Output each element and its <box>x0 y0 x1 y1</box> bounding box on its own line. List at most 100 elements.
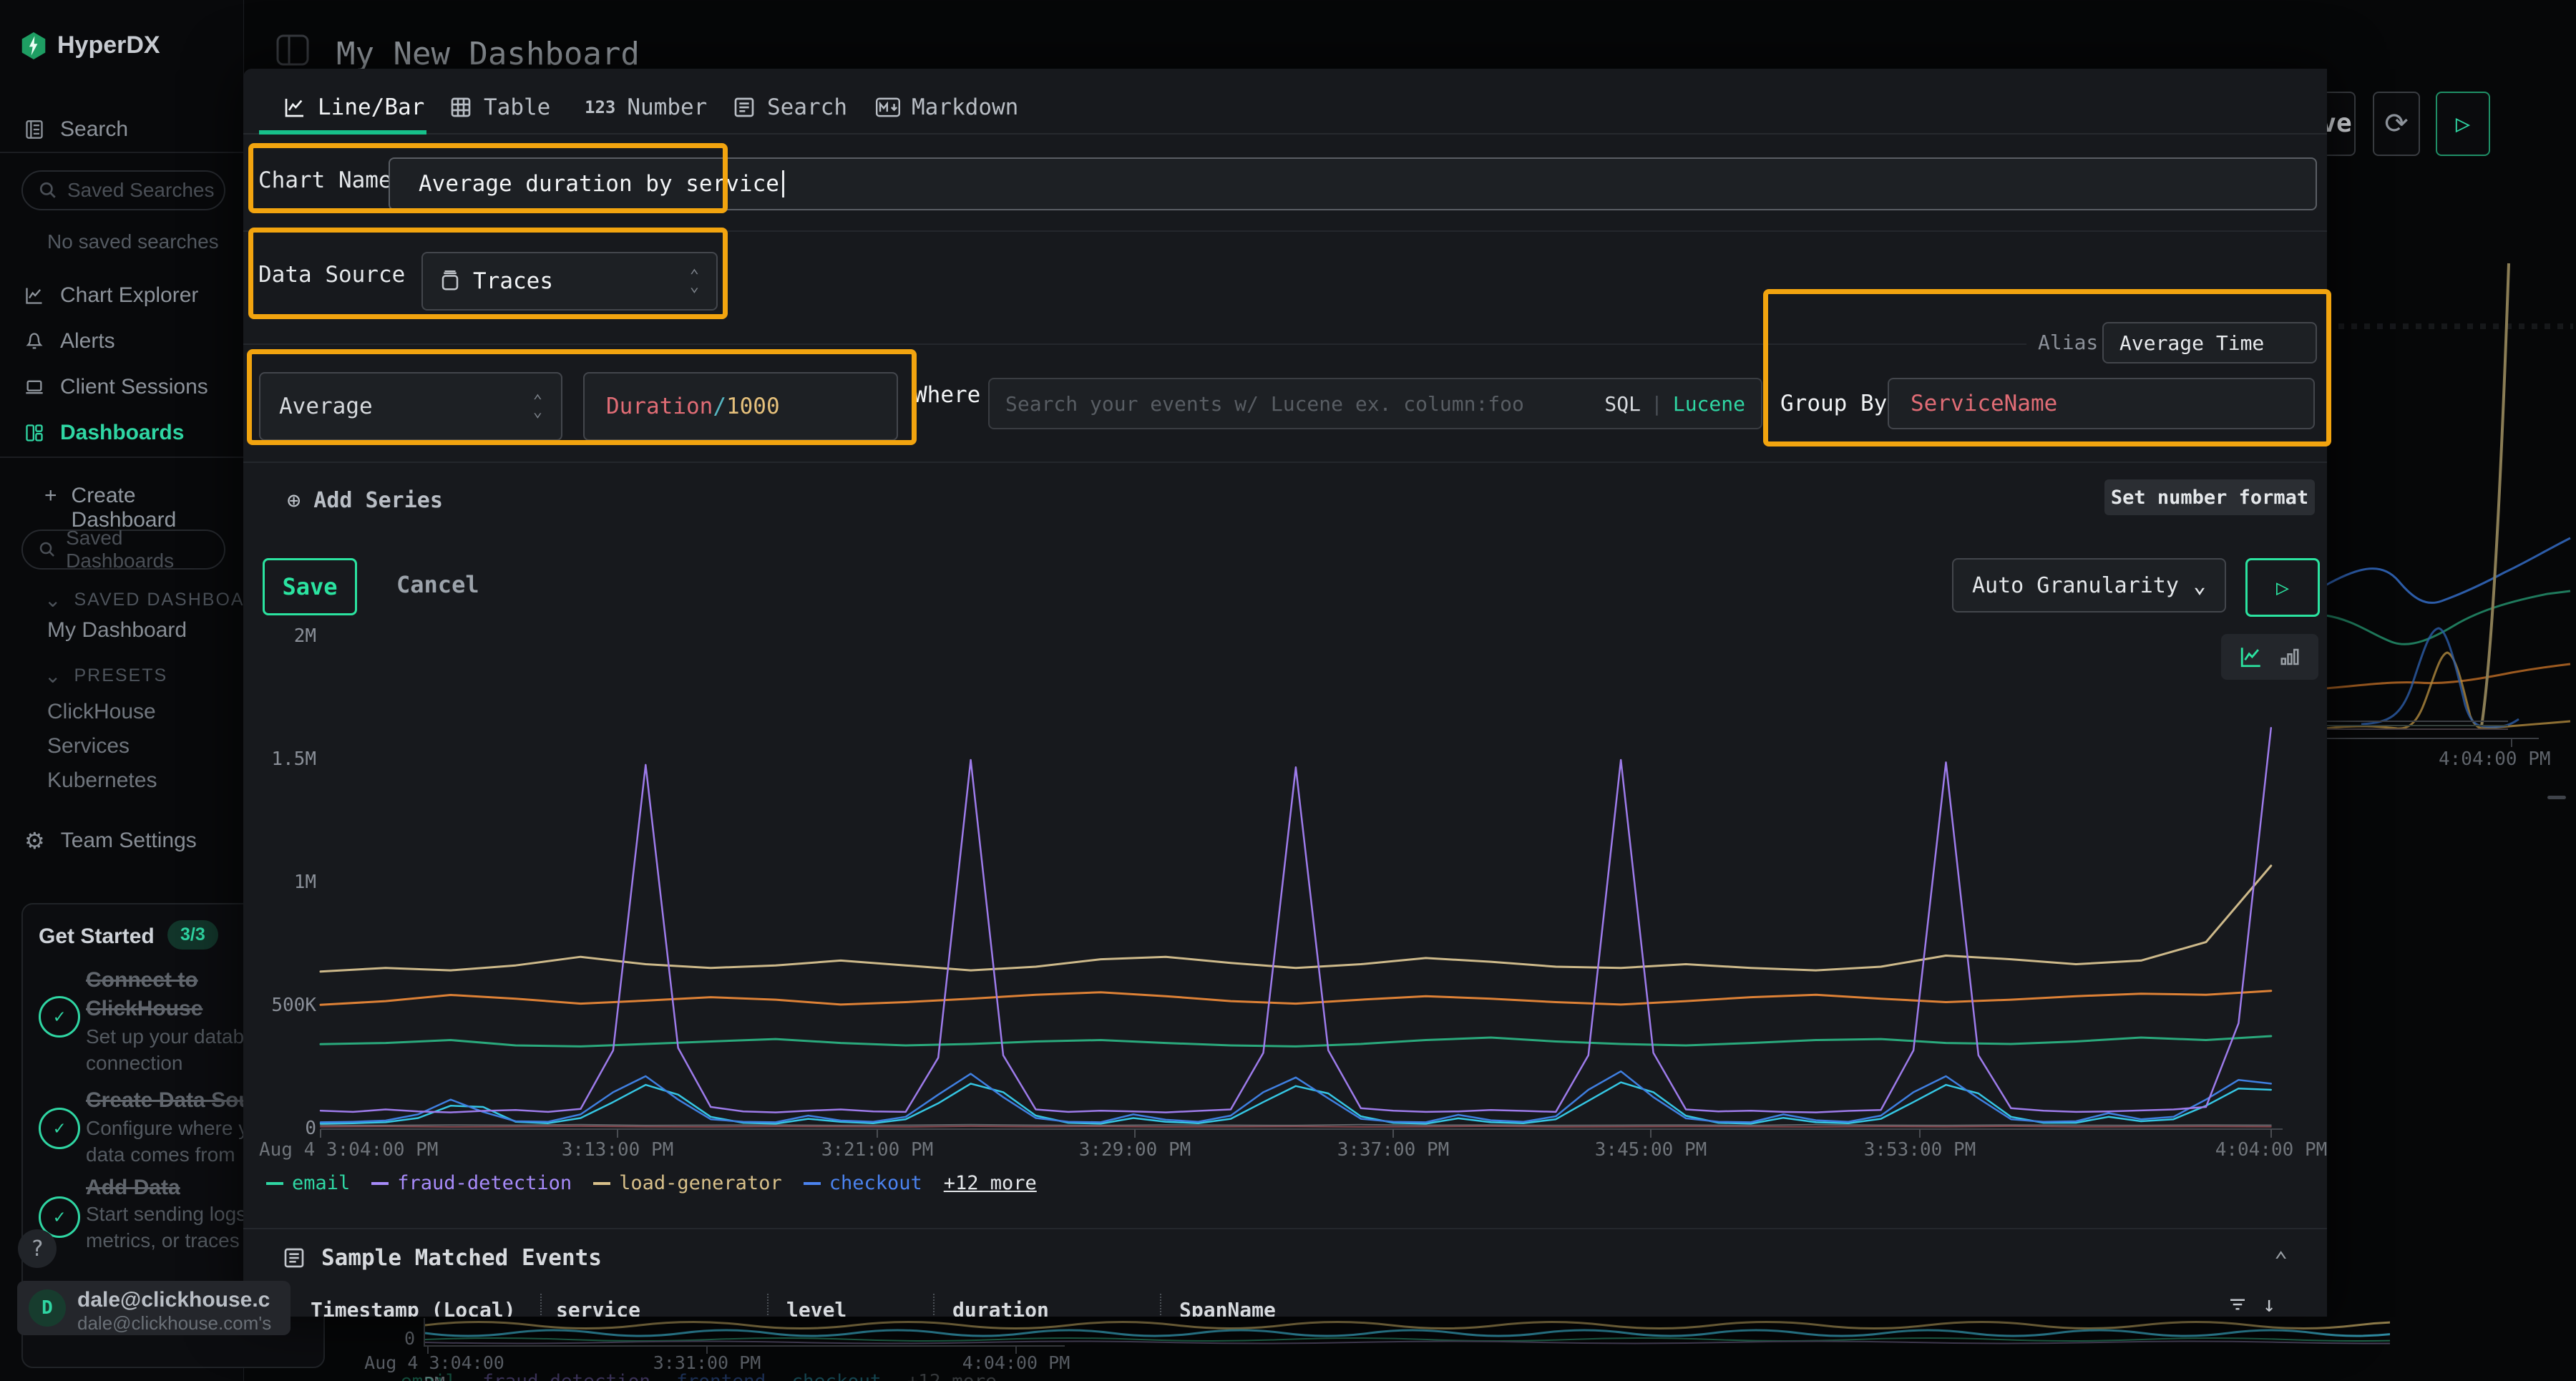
sidebar-item-clickhouse[interactable]: ClickHouse <box>47 700 156 724</box>
aggregation-value: Average <box>279 394 373 419</box>
legend-label: email <box>292 1172 350 1194</box>
bar-view-icon[interactable] <box>2279 646 2301 668</box>
legend-label: checkout <box>829 1172 922 1194</box>
save-button[interactable]: Save <box>263 558 357 615</box>
presets-section[interactable]: ⌄ PRESETS <box>44 664 167 688</box>
line-view-icon[interactable] <box>2239 645 2263 669</box>
column-header: level <box>786 1298 847 1317</box>
set-number-format-button[interactable]: Set number format <box>2104 479 2315 515</box>
get-started-step-title[interactable]: Connect to ClickHouse <box>86 966 229 1023</box>
sidebar-item-label: Client Sessions <box>60 375 208 399</box>
tabs-underline <box>243 133 2327 135</box>
bg-legend-item: email <box>401 1371 457 1381</box>
chevron-down-icon: ⌄ <box>44 588 62 612</box>
plus-icon: + <box>44 484 57 532</box>
legend-item-email[interactable]: email <box>266 1172 350 1194</box>
tab-number[interactable]: 123 Number <box>585 94 707 120</box>
where-placeholder: Search your events w/ Lucene ex. column:… <box>1005 392 1524 416</box>
sidebar-item-search[interactable]: Search <box>24 117 128 142</box>
refresh-icon: ⟳ <box>2384 107 2409 140</box>
bg-bottom-legend: email fraud-detection frontend checkout … <box>401 1371 997 1381</box>
legend-swatch <box>593 1182 610 1185</box>
where-input[interactable]: Search your events w/ Lucene ex. column:… <box>988 378 1762 429</box>
granularity-select[interactable]: Auto Granularity ⌄ <box>1952 558 2226 613</box>
chart-name-input[interactable]: Average duration by service <box>389 157 2317 210</box>
saved-dashboards-input[interactable]: Saved Dashboards <box>21 530 225 570</box>
cancel-button[interactable]: Cancel <box>396 571 479 598</box>
tab-search[interactable]: Search <box>733 94 847 120</box>
tab-label: Table <box>484 94 550 120</box>
query-language-toggle[interactable]: SQL | Lucene <box>1604 392 1745 416</box>
chart-name-value: Average duration by service <box>419 171 779 197</box>
legend-label: load-generator <box>619 1172 782 1194</box>
hyperdx-logo-icon <box>21 32 46 59</box>
sidebar-item-team-settings[interactable]: ⚙ Team Settings <box>24 827 197 854</box>
column-separator[interactable] <box>540 1294 542 1317</box>
set-number-format-label: Set number format <box>2111 487 2308 509</box>
download-icon[interactable]: ↓ <box>2263 1292 2275 1317</box>
sidebar: HyperDX Search Saved Searches No saved s… <box>0 0 244 1381</box>
column-separator[interactable] <box>933 1294 935 1317</box>
sidebar-item-label: Chart Explorer <box>60 283 198 308</box>
legend-item-fraud-detection[interactable]: fraud-detection <box>371 1172 572 1194</box>
data-source-select[interactable]: Traces ⌃⌄ <box>421 252 718 311</box>
run-query-button[interactable]: ▷ <box>2436 92 2490 156</box>
bg-series <box>425 1330 2390 1336</box>
filter-icon[interactable] <box>2227 1294 2248 1315</box>
list-icon <box>283 1246 306 1269</box>
search-icon <box>39 181 57 200</box>
page-title: My New Dashboard <box>336 36 640 72</box>
column-separator[interactable] <box>767 1294 769 1317</box>
alias-input[interactable]: Average Time <box>2102 322 2317 363</box>
column-separator[interactable] <box>1160 1294 1161 1317</box>
run-chart-button[interactable]: ▷ <box>2245 558 2320 617</box>
y-axis-label: 1M <box>258 872 316 893</box>
field-input[interactable]: Duration/1000 <box>583 372 898 441</box>
lucene-option[interactable]: Lucene <box>1673 392 1745 416</box>
sql-option[interactable]: SQL <box>1604 392 1641 416</box>
sample-events-title: Sample Matched Events <box>321 1245 602 1271</box>
select-chevrons-icon: ⌃⌄ <box>690 270 699 292</box>
bg-bottom-yaxis <box>424 1318 425 1347</box>
legend-item-load-generator[interactable]: load-generator <box>593 1172 782 1194</box>
group-by-input[interactable]: ServiceName <box>1888 378 2315 429</box>
collapse-chevron-icon[interactable]: ⌃ <box>2274 1246 2288 1274</box>
aggregation-select[interactable]: Average ⌃⌄ <box>259 372 562 441</box>
bg-series <box>425 1338 2390 1341</box>
sidebar-item-label: Team Settings <box>61 829 197 853</box>
tab-table[interactable]: Table <box>449 94 550 120</box>
sidebar-item-my-dashboard[interactable]: My Dashboard <box>47 618 187 643</box>
laptop-icon <box>24 377 44 397</box>
bg-bottom-xaxis <box>424 1345 1065 1347</box>
add-series-button[interactable]: ⊕ Add Series <box>287 487 443 514</box>
user-menu[interactable]: D dale@clickhouse.c dale@clickhouse.com'… <box>17 1281 291 1335</box>
saved-searches-input[interactable]: Saved Searches <box>21 170 225 210</box>
sidebar-item-alerts[interactable]: Alerts <box>24 329 115 353</box>
field-token: 1000 <box>726 394 780 419</box>
sidebar-item-kubernetes[interactable]: Kubernetes <box>47 768 157 793</box>
bg-scroll-dash <box>2547 796 2566 799</box>
create-dashboard-button[interactable]: + Create Dashboard <box>44 484 243 532</box>
tab-line-bar[interactable]: Line/Bar <box>283 94 424 120</box>
y-axis-label: 500K <box>258 995 316 1016</box>
avatar: D <box>29 1289 66 1327</box>
refresh-button[interactable]: ⟳ <box>2373 92 2420 156</box>
brand[interactable]: HyperDX <box>21 31 160 59</box>
x-axis-label: 3:45:00 PM <box>1558 1139 1744 1161</box>
sidebar-item-dashboards[interactable]: Dashboards <box>24 421 184 445</box>
sample-events-header: Sample Matched Events <box>283 1245 602 1271</box>
sidebar-item-client-sessions[interactable]: Client Sessions <box>24 375 208 399</box>
edit-chart-modal: Line/Bar Table 123 Number Search Markdow… <box>243 69 2327 1317</box>
divider <box>243 343 2026 345</box>
legend-item-checkout[interactable]: checkout <box>804 1172 922 1194</box>
sidebar-collapse-icon[interactable] <box>276 34 309 66</box>
sidebar-item-services[interactable]: Services <box>47 734 130 758</box>
legend-swatch <box>371 1182 389 1185</box>
y-axis-label: 1.5M <box>258 748 316 770</box>
legend-more-link[interactable]: +12 more <box>944 1172 1037 1194</box>
sidebar-item-chart-explorer[interactable]: Chart Explorer <box>24 283 198 308</box>
tab-markdown[interactable]: Markdown <box>876 94 1018 120</box>
line-chart-icon <box>283 96 306 119</box>
help-button[interactable]: ? <box>18 1229 57 1268</box>
bg-right-chart <box>2323 236 2576 780</box>
